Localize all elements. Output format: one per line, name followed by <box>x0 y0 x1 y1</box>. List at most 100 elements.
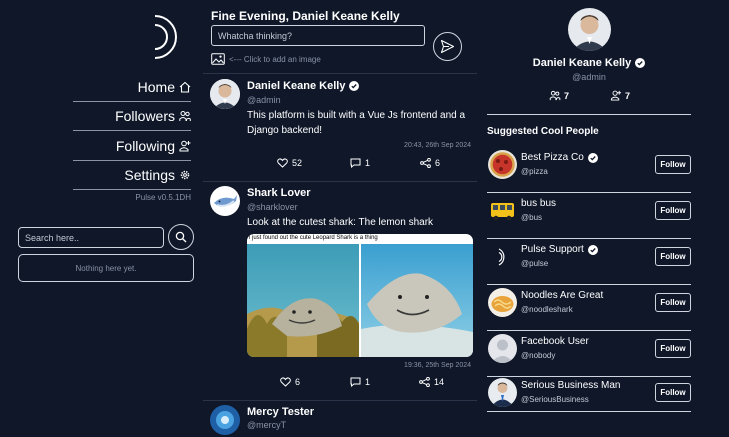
search-input[interactable] <box>18 227 164 248</box>
verified-badge-icon <box>587 152 598 163</box>
post-author-handle[interactable]: @admin <box>247 95 281 105</box>
following-icon <box>179 140 191 151</box>
comment-button[interactable]: 1 <box>350 158 370 168</box>
profile-avatar[interactable] <box>568 8 611 51</box>
app-version: Pulse v0.5.1DH <box>135 193 191 202</box>
avatar[interactable] <box>488 334 517 363</box>
avatar[interactable] <box>210 186 240 216</box>
post-text: Look at the cutest shark: The lemon shar… <box>247 217 434 228</box>
post-card[interactable]: Shark Lover @sharklover Look at the cute… <box>203 182 477 400</box>
pulse-logo-icon[interactable] <box>149 12 183 62</box>
nav-following-label: Following <box>115 137 175 154</box>
search-icon <box>175 231 187 243</box>
like-count: 6 <box>295 377 301 387</box>
suggestion-row[interactable]: Noodles Are Great @noodleshark Follow <box>487 286 691 331</box>
post-author[interactable]: Daniel Keane Kelly <box>247 80 360 92</box>
post-timestamp: 19:36, 25th Sep 2024 <box>404 362 471 369</box>
post-author-name: Shark Lover <box>247 187 311 199</box>
suggestion-name-text: Facebook User <box>521 336 589 347</box>
suggestion-row[interactable]: Best Pizza Co @pizza Follow <box>487 148 691 193</box>
verified-badge-icon <box>587 244 598 255</box>
post-author[interactable]: Mercy Tester <box>247 406 314 418</box>
send-post-button[interactable] <box>433 32 462 61</box>
share-icon <box>420 158 431 168</box>
post-author-handle[interactable]: @mercyT <box>247 420 286 430</box>
avatar[interactable] <box>488 288 517 317</box>
verified-badge-icon <box>635 58 646 68</box>
send-icon <box>440 39 455 54</box>
share-button[interactable]: 14 <box>419 377 444 387</box>
profile-handle: @admin <box>572 72 606 82</box>
follow-button[interactable]: Follow <box>655 247 691 266</box>
follow-button[interactable]: Follow <box>655 383 691 402</box>
suggestion-name-text: Serious Business Man <box>521 380 621 391</box>
suggestion-name: Noodles Are Great <box>521 290 603 301</box>
post-author-handle[interactable]: @sharklover <box>247 202 298 212</box>
suggestion-name: Facebook User <box>521 336 589 347</box>
add-image-control[interactable]: <--- Click to add an image <box>211 53 321 65</box>
suggestion-handle: @pizza <box>521 167 548 176</box>
nav-home[interactable]: Home <box>73 72 191 102</box>
profile-divider <box>487 114 691 115</box>
search-button[interactable] <box>168 224 194 250</box>
suggestion-name-text: Pulse Support <box>521 244 584 255</box>
suggestion-handle: @noodleshark <box>521 305 573 314</box>
post-timestamp: 20:43, 26th Sep 2024 <box>404 142 471 149</box>
suggestion-name: Pulse Support <box>521 244 598 255</box>
follow-button[interactable]: Follow <box>655 293 691 312</box>
profile-following-count[interactable]: 7 <box>610 90 630 101</box>
suggestion-name: Best Pizza Co <box>521 152 598 163</box>
suggestion-handle: @bus <box>521 213 543 222</box>
share-icon <box>419 377 430 387</box>
avatar[interactable] <box>488 378 517 407</box>
like-button[interactable]: 6 <box>280 377 300 387</box>
post-card[interactable]: Daniel Keane Kelly @admin This platform … <box>203 74 477 181</box>
suggestion-row[interactable]: Serious Business Man @SeriousBusiness Fo… <box>487 378 691 412</box>
nav-settings-label: Settings <box>124 166 175 183</box>
share-button[interactable]: 6 <box>420 158 440 168</box>
like-button[interactable]: 52 <box>277 158 302 168</box>
follow-button[interactable]: Follow <box>655 201 691 220</box>
suggestion-handle: @nobody <box>521 351 556 360</box>
profile-followers-count[interactable]: 7 <box>549 90 569 101</box>
profile-name-text: Daniel Keane Kelly <box>532 57 632 69</box>
suggestion-row[interactable]: Pulse Support @pulse Follow <box>487 240 691 285</box>
follow-button[interactable]: Follow <box>655 339 691 358</box>
comment-button[interactable]: 1 <box>350 377 370 387</box>
post-author-name: Daniel Keane Kelly <box>247 80 346 92</box>
nav-settings[interactable]: Settings <box>73 160 191 190</box>
share-count: 6 <box>435 158 441 168</box>
nav-following[interactable]: Following <box>73 131 191 161</box>
post-author[interactable]: Shark Lover <box>247 187 311 199</box>
avatar[interactable] <box>488 150 517 179</box>
nav-followers[interactable]: Followers <box>73 101 191 131</box>
image-icon <box>211 53 225 65</box>
heart-icon <box>280 377 291 387</box>
suggested-title: Suggested Cool People <box>487 126 599 137</box>
avatar[interactable] <box>488 242 517 271</box>
avatar[interactable] <box>488 196 517 225</box>
composer-input[interactable] <box>211 25 425 46</box>
suggestion-name-text: Noodles Are Great <box>521 290 604 301</box>
share-count: 14 <box>434 377 445 387</box>
followers-icon <box>179 110 191 121</box>
add-image-label: <--- Click to add an image <box>229 54 321 64</box>
suggestion-row[interactable]: Facebook User @nobody Follow <box>487 332 691 377</box>
post-image[interactable]: i just found out the cute Leopard Shark … <box>247 234 473 357</box>
follow-button[interactable]: Follow <box>655 155 691 174</box>
avatar[interactable] <box>210 79 240 109</box>
post-text: This platform is built with a Vue Js fro… <box>247 110 466 136</box>
search-results: Nothing here yet. <box>18 254 194 282</box>
following-count: 7 <box>625 90 631 101</box>
nav-home-label: Home <box>137 78 175 95</box>
suggestion-row[interactable]: bus bus @bus Follow <box>487 194 691 239</box>
avatar[interactable] <box>210 405 240 435</box>
image-caption: i just found out the cute Leopard Shark … <box>249 235 378 241</box>
profile-name[interactable]: Daniel Keane Kelly <box>487 57 691 69</box>
comment-icon <box>350 377 361 387</box>
comment-icon <box>350 158 361 168</box>
suggestion-name: Serious Business Man <box>521 380 621 391</box>
gear-icon <box>180 170 190 179</box>
followers-count: 7 <box>564 90 570 101</box>
post-card[interactable]: Mercy Tester @mercyT <box>203 401 477 437</box>
